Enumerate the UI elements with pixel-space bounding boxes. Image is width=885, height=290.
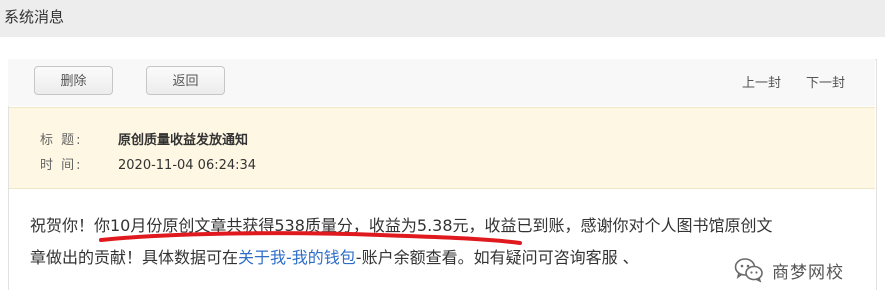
next-message-link[interactable]: 下一封 — [806, 76, 845, 92]
message-body-line-2: 章做出的贡献！具体数据可在关于我-我的钱包-账户余额查看。如有疑问可咨询客服 、 — [30, 247, 639, 269]
body-text-after-link: -账户余额查看。如有疑问可咨询客服 、 — [355, 248, 639, 267]
watermark: 商梦网校 — [730, 256, 850, 284]
message-subject: 原创质量收益发放通知 — [118, 133, 249, 148]
wechat-icon — [734, 258, 763, 283]
page-title: 系统消息 — [4, 8, 65, 26]
delete-button[interactable]: 删除 — [34, 66, 113, 95]
back-button[interactable]: 返回 — [146, 66, 225, 95]
watermark-text: 商梦网校 — [772, 262, 844, 283]
message-time: 2020-11-04 06:24:34 — [118, 158, 257, 173]
message-page: 系统消息 删除 返回 上一封 下一封 标 题: 原创质量收益发放通知 时 间: … — [0, 0, 885, 290]
previous-message-link[interactable]: 上一封 — [742, 76, 781, 92]
header-bar: 系统消息 — [0, 0, 885, 37]
body-text-before-link: 章做出的贡献！具体数据可在 — [30, 248, 239, 267]
subject-label: 标 题: — [40, 133, 83, 148]
message-body-line-1: 祝贺你！你10月份原创文章共获得538质量分，收益为5.38元，收益已到账，感谢… — [30, 216, 773, 235]
wallet-link[interactable]: 关于我-我的钱包 — [238, 248, 356, 267]
time-label: 时 间: — [40, 158, 83, 173]
